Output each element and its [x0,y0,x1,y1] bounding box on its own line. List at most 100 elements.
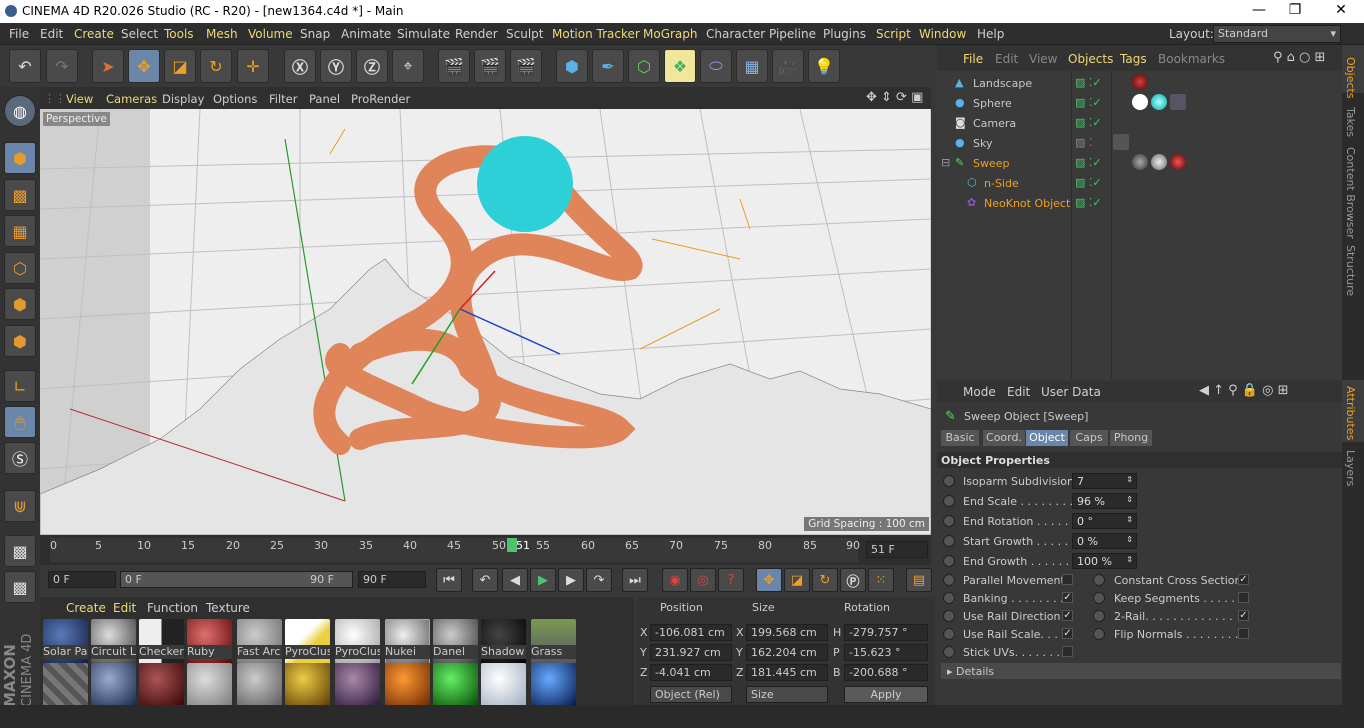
next-frame-button[interactable]: ▶ [558,568,584,592]
material-swatch[interactable] [285,663,330,708]
use-rail-scale-checkbox[interactable]: ✓ [1062,628,1073,639]
object-row-camera[interactable]: ◙ Camera ▨ ⁚✓ [937,113,1342,133]
material-menu-texture[interactable]: Texture [206,601,250,615]
texture-tag[interactable] [1170,94,1186,110]
menu-render[interactable]: Render [455,27,498,41]
planar-workplane-button[interactable]: ▩ [4,571,36,603]
menu-tools[interactable]: Tools [164,27,194,41]
objects-menu-file[interactable]: File [963,52,983,66]
previous-key-button[interactable]: ↶ [472,568,498,592]
model-mode-button[interactable]: ⬢ [4,142,36,174]
material-swatch[interactable] [433,663,478,708]
edges-mode-button[interactable]: ⬢ [4,288,36,320]
material-swatch[interactable] [481,663,526,708]
material-swatch[interactable] [139,663,184,708]
position-y-field[interactable]: 231.927 cm [650,644,732,661]
object-row-nside[interactable]: ⬡ n-Side ▨ ⁚✓ [937,173,1342,193]
cube-button[interactable]: ⬢ [556,49,588,83]
menu-snap[interactable]: Snap [300,27,330,41]
visibility-icons[interactable]: ▨ ⁚✓ [1075,196,1102,209]
material-menu-function[interactable]: Function [147,601,198,615]
viewport-menu-options[interactable]: Options [213,92,257,106]
deformer-button[interactable]: ⬭ [700,49,732,83]
viewport-menu-cameras[interactable]: Cameras [106,92,157,106]
go-to-end-button[interactable]: ⏭ [622,568,648,592]
end-frame-field[interactable]: 90 F [358,571,426,588]
menu-plugins[interactable]: Plugins [823,27,866,41]
material-swatch[interactable] [385,663,430,708]
banking-checkbox[interactable]: ✓ [1062,592,1073,603]
rotate-tool-button[interactable]: ↻ [200,49,232,83]
coord-mode-select[interactable]: Object (Rel) [650,686,732,703]
viewport-menu-display[interactable]: Display [162,92,204,106]
object-manager-icons[interactable]: ⚲ ⌂ ○ ⊞ [1273,50,1325,65]
side-tab-attributes[interactable]: Attributes [1344,386,1357,440]
cloner-button[interactable]: ❖ [664,49,696,83]
objects-menu-bookmarks[interactable]: Bookmarks [1158,52,1225,66]
animate-radio[interactable] [943,646,955,658]
use-rail-direction-checkbox[interactable]: ✓ [1062,610,1073,621]
start-growth-field[interactable]: 0 % ⇕ [1072,533,1137,549]
size-z-field[interactable]: 181.445 cm [746,664,828,681]
side-tab-content-browser[interactable]: Content Browser [1344,147,1357,239]
menu-help[interactable]: Help [977,27,1004,41]
visibility-icons[interactable]: ▨ ⁚✓ [1075,96,1102,109]
maximize-button[interactable]: ❐ [1280,2,1310,18]
axis-mode-button[interactable]: ∟ [4,370,36,402]
close-button[interactable]: ✕ [1326,2,1356,18]
play-button[interactable]: ▶ [530,568,556,592]
animate-radio[interactable] [943,535,955,547]
isoparm-subdivision-field[interactable]: 7 ⇕ [1072,473,1137,489]
animate-radio[interactable] [943,610,955,622]
material-swatch[interactable] [531,663,576,708]
material-menu-edit[interactable]: Edit [113,601,136,615]
menu-character[interactable]: Character [706,27,765,41]
next-key-button[interactable]: ↷ [586,568,612,592]
viewport-menu-filter[interactable]: Filter [269,92,297,106]
parallel-movement-checkbox[interactable] [1062,574,1073,585]
pen-button[interactable]: ✒ [592,49,624,83]
timeline-window-button[interactable]: ▤ [906,568,932,592]
material-tag[interactable] [1170,154,1186,170]
material-tag[interactable] [1132,94,1148,110]
animate-radio[interactable] [943,628,955,640]
move-tool-button[interactable]: ✥ [128,49,160,83]
polygons-mode-button[interactable]: ⬢ [4,325,36,357]
tab-phong[interactable]: Phong [1110,430,1152,446]
workplane-mode-button[interactable]: ▦ [4,215,36,247]
side-tab-takes[interactable]: Takes [1344,107,1357,137]
viewport[interactable]: Perspective Grid Spacing : 100 cm [40,109,931,535]
undo-button[interactable]: ↶ [9,49,41,83]
sky-tag[interactable] [1113,134,1129,150]
animate-radio[interactable] [943,592,955,604]
animate-radio[interactable] [1093,592,1105,604]
rotation-b-field[interactable]: -200.688 ° [844,664,928,681]
attr-menu-mode[interactable]: Mode [963,385,996,399]
record-rotation-button[interactable]: ↻ [812,568,838,592]
object-row-neoknot[interactable]: ✿ NeoKnot Object ▨ ⁚✓ [937,193,1342,213]
animate-radio[interactable] [943,495,955,507]
visibility-icons[interactable]: ▨ ⁚✓ [1075,76,1102,89]
render-settings-button[interactable]: 🎬 [510,49,542,83]
record-scale-button[interactable]: ◪ [784,568,810,592]
objects-menu-objects[interactable]: Objects [1068,52,1113,66]
menu-create[interactable]: Create [74,27,114,41]
go-to-start-button[interactable]: ⏮ [436,568,462,592]
redo-button[interactable]: ↷ [46,49,78,83]
tab-caps[interactable]: Caps [1070,430,1108,446]
end-scale-field[interactable]: 96 % ⇕ [1072,493,1137,509]
object-row-landscape[interactable]: ▲ Landscape ▨ ⁚✓ [937,73,1342,93]
coordinate-system-button[interactable]: ⌖ [392,49,424,83]
layout-select[interactable]: Standard ▾ [1213,25,1341,43]
animate-radio[interactable] [943,475,955,487]
viewport-menu-view[interactable]: View [66,92,93,106]
material-menu-create[interactable]: Create [66,601,106,615]
render-view-button[interactable]: 🎬 [438,49,470,83]
attribute-nav-icons[interactable]: ◀ ↑ ⚲ 🔒 ◎ ⊞ [1199,383,1289,398]
material-tag[interactable] [1132,74,1148,90]
side-tab-objects[interactable]: Objects [1344,57,1357,99]
tab-object[interactable]: Object [1026,430,1068,446]
keyframe-selection-button[interactable]: ? [718,568,744,592]
minimize-button[interactable]: — [1244,2,1274,18]
snap-button[interactable]: ⋓ [4,490,36,522]
